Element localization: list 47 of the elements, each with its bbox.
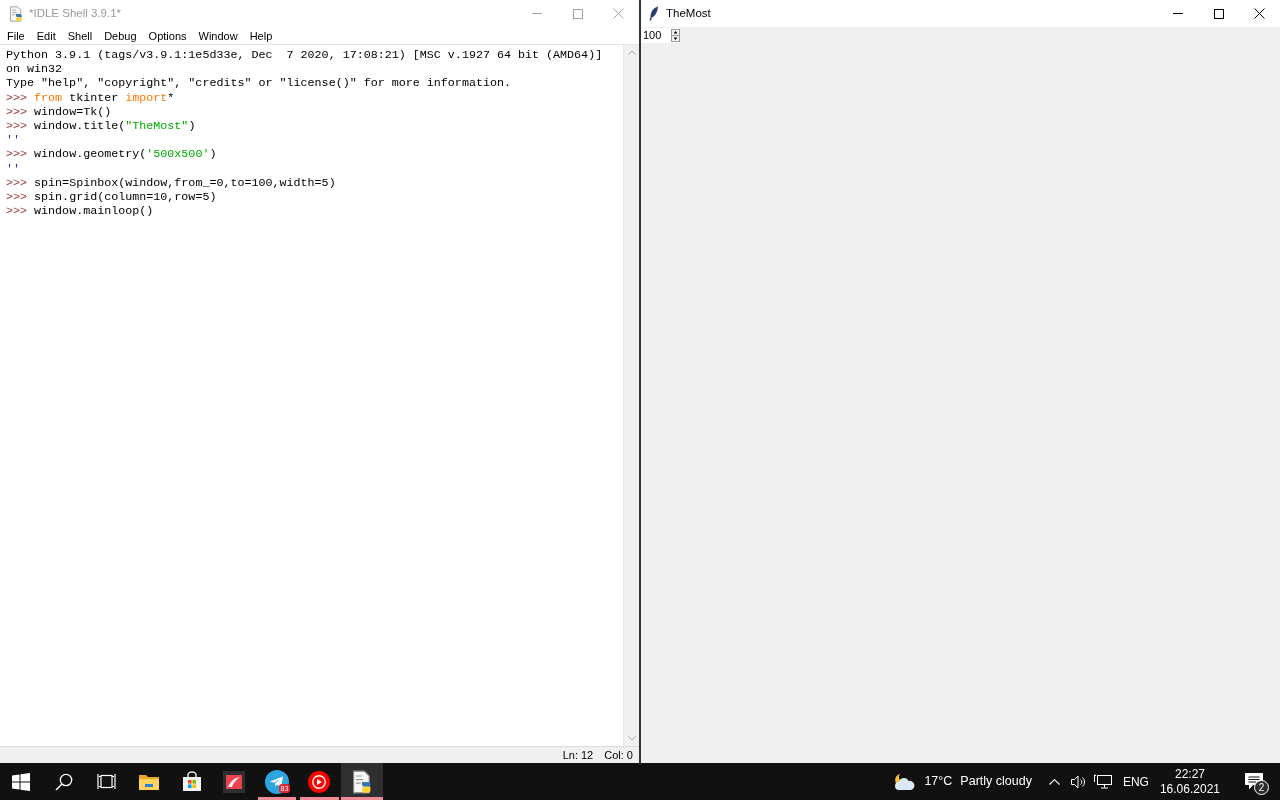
speaker-icon[interactable] (1071, 774, 1087, 789)
notification-button[interactable]: 2 (1242, 763, 1266, 800)
feather-icon[interactable] (649, 6, 659, 21)
taskbar-app-button[interactable] (340, 763, 384, 800)
weather-condition-label[interactable]: Partly cloudy (960, 772, 1032, 791)
shell-line: on win32 (6, 62, 63, 77)
notification-badge: 2 (1254, 780, 1269, 795)
windows-icon[interactable] (12, 772, 31, 791)
cloud-moon-icon[interactable] (894, 772, 917, 791)
search-icon[interactable] (54, 772, 73, 791)
shell-line: '' (6, 161, 21, 176)
clock-button[interactable]: 22:27 16.06.2021 (1153, 763, 1226, 800)
language-indicator[interactable]: ENG (1119, 763, 1152, 800)
task-view-icon[interactable] (97, 773, 116, 790)
shell-line: >>> from tkinter import* (6, 90, 175, 105)
column-number-label: Col: 0 (604, 747, 633, 763)
paper-plane-icon[interactable] (264, 769, 289, 794)
minimize-icon[interactable] (1172, 13, 1183, 14)
line-number-label: Ln: 12 (562, 747, 594, 763)
menu-item[interactable]: Options (142, 27, 193, 44)
shell-line: Python 3.9.1 (tags/v3.9.1:1e5d33e, Dec 7 2020, 17:08:21) [MSC v.1927 64 bit (AMD64)] (6, 48, 603, 63)
play-circle-icon[interactable] (308, 770, 331, 793)
menu-item[interactable]: Shell (61, 27, 99, 44)
shell-line: >>> window.mainloop() (6, 204, 154, 219)
maximize-icon[interactable] (1213, 8, 1224, 19)
window-title: *IDLE Shell 3.9.1* (29, 5, 122, 21)
menu-item[interactable]: File (1, 27, 31, 44)
app-tile-icon[interactable] (223, 770, 246, 793)
folder-icon[interactable] (138, 772, 161, 791)
shell-line: >>> spin=Spinbox(window,from_=0,to=100,width=5) (6, 175, 336, 190)
monitor-icon[interactable] (1093, 774, 1112, 789)
close-icon[interactable] (1254, 8, 1265, 19)
shell-line: >>> window=Tk() (6, 104, 112, 119)
window-title: TheMost (666, 5, 711, 21)
shell-line: '' (6, 133, 21, 148)
shopping-bag-icon[interactable] (181, 771, 202, 792)
spin-arrows-icon[interactable] (671, 29, 680, 42)
shell-line: >>> window.geometry('500x500') (6, 147, 217, 162)
shell-line: >>> spin.grid(column=10,row=5) (6, 189, 217, 205)
menu-item[interactable]: Edit (30, 27, 62, 44)
shell-line: Type "help", "copyright", "credits" or "license()" for more information. (6, 76, 511, 91)
menu-item[interactable]: Debug (98, 27, 143, 44)
spinbox-field[interactable]: 100 (641, 28, 680, 43)
temperature-label[interactable]: 17°C (924, 772, 953, 791)
menu-item[interactable]: Window (192, 27, 244, 44)
menu-item[interactable]: Help (243, 27, 279, 44)
shell-line: >>> window.title("TheMost") (6, 118, 196, 134)
